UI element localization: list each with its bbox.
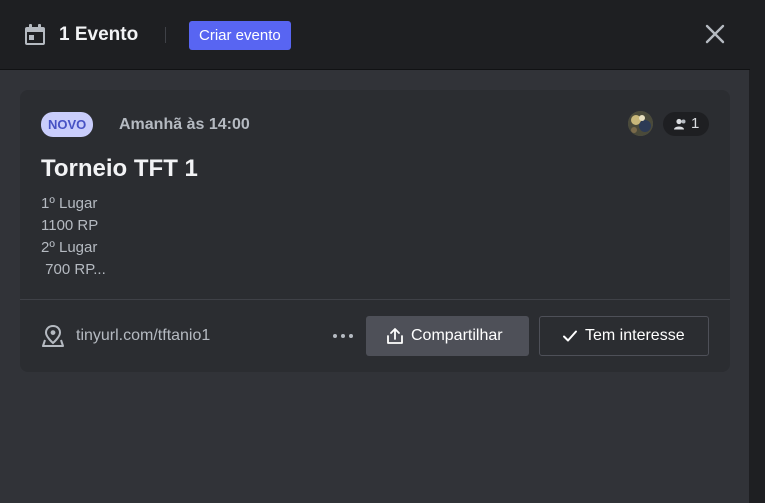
description-line: 1º Lugar (41, 195, 98, 212)
create-event-button[interactable]: Criar evento (189, 21, 291, 50)
share-button-label: Compartilhar (411, 327, 503, 344)
interested-users-count[interactable]: 1 (663, 112, 709, 136)
check-icon (563, 330, 577, 342)
share-icon (387, 328, 403, 344)
description-line: 2º Lugar (41, 239, 98, 256)
description-line: 700 RP... (41, 261, 106, 278)
description-line: 1100 RP (41, 217, 99, 234)
interested-button-label: Tem interesse (585, 327, 685, 344)
share-button[interactable]: Compartilhar (366, 316, 529, 356)
users-icon (674, 118, 686, 130)
more-options-icon[interactable] (330, 324, 356, 348)
close-icon[interactable] (703, 22, 727, 46)
interested-button[interactable]: Tem interesse (539, 316, 709, 356)
location-pin-icon (42, 325, 64, 347)
card-divider (20, 299, 730, 300)
event-location-link[interactable]: tinyurl.com/tftanio1 (76, 326, 210, 346)
event-description: 1º Lugar 1100 RP 2º Lugar 700 RP... (41, 193, 641, 281)
event-title[interactable]: Torneio TFT 1 (41, 154, 198, 184)
calendar-icon (25, 24, 45, 45)
interested-count-label: 1 (691, 115, 700, 132)
avatar-image (628, 111, 653, 136)
event-time: Amanhã às 14:00 (119, 116, 250, 133)
page-title: 1 Evento (59, 24, 139, 45)
avatar[interactable] (628, 111, 653, 136)
event-card[interactable]: NOVO Amanhã às 14:00 1 Torneio TFT 1 1º … (20, 90, 730, 372)
events-modal: 1 Evento Criar evento NOVO Amanhã às 14:… (0, 0, 750, 503)
header-divider (165, 27, 166, 43)
new-badge: NOVO (41, 112, 94, 137)
modal-header: 1 Evento Criar evento (0, 0, 750, 70)
